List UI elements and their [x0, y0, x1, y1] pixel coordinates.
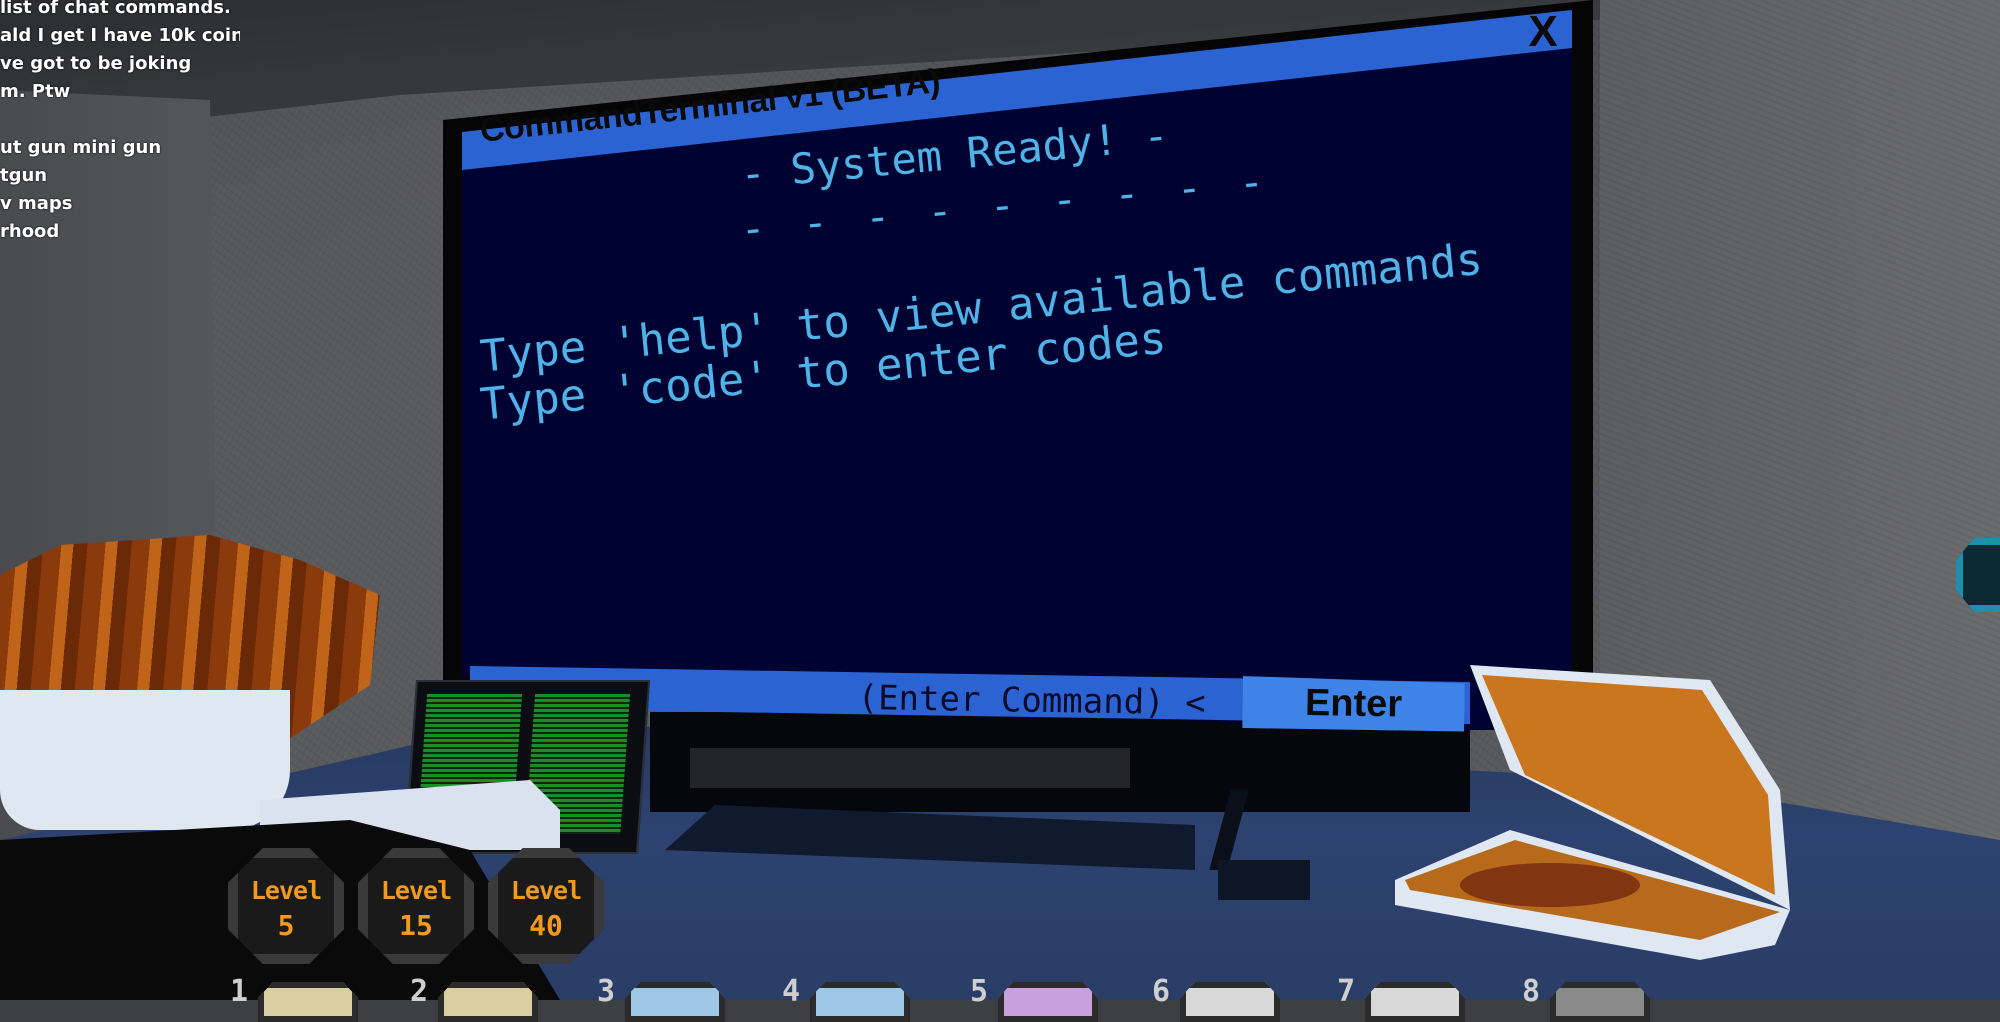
level-value: 40 [529, 909, 563, 942]
slot-number: 4 [782, 974, 801, 1009]
hotbar-slot-2[interactable]: 2 [410, 974, 538, 1022]
slot-item [1365, 982, 1465, 1022]
slot-item [258, 982, 358, 1022]
chat-message: rhood [0, 221, 60, 242]
chat-message: v maps [0, 193, 73, 214]
chat-message: m. Ptw [0, 81, 71, 102]
level-value: 5 [277, 909, 295, 942]
chat-message: ut gun mini gun [0, 137, 162, 158]
slot-number: 1 [230, 974, 249, 1009]
command-input[interactable] [857, 676, 1218, 726]
close-button[interactable]: X [1518, 10, 1568, 54]
level-label: Level [250, 876, 322, 905]
slot-number: 8 [1522, 974, 1541, 1009]
hotbar-slot-4[interactable]: 4 [782, 974, 910, 1022]
hotbar-slot-5[interactable]: 5 [970, 974, 1098, 1022]
hotbar-slot-1[interactable]: 1 [230, 974, 358, 1022]
slot-item [998, 982, 1098, 1022]
slot-number: 3 [597, 974, 616, 1009]
chat-message [0, 106, 240, 134]
hotbar-slot-7[interactable]: 7 [1337, 974, 1465, 1022]
slot-item [625, 982, 725, 1022]
level-badge-15[interactable]: Level 15 [358, 848, 474, 964]
level-badge-40[interactable]: Level 40 [488, 848, 604, 964]
chat-log: list of chat commands. ald I get I have … [0, 0, 240, 246]
level-value: 15 [399, 909, 433, 942]
level-label: Level [380, 876, 452, 905]
hotbar-slot-6[interactable]: 6 [1152, 974, 1280, 1022]
slot-number: 7 [1337, 974, 1356, 1009]
level-label: Level [510, 876, 582, 905]
slot-number: 2 [410, 974, 429, 1009]
hotbar-slot-8[interactable]: 8 [1522, 974, 1650, 1022]
pizza-box [1395, 665, 1790, 960]
level-badge-5[interactable]: Level 5 [228, 848, 344, 964]
slot-number: 5 [970, 974, 989, 1009]
slot-item [1180, 982, 1280, 1022]
chat-message: list of chat commands. [0, 0, 231, 18]
avatar-head [0, 690, 290, 830]
shelf-opening [690, 748, 1130, 788]
slot-number: 6 [1152, 974, 1171, 1009]
slot-item [810, 982, 910, 1022]
slot-item [438, 982, 538, 1022]
chat-message: ald I get I have 10k coins [0, 25, 240, 46]
chat-message: ve got to be joking [0, 53, 192, 74]
slot-item [1550, 982, 1650, 1022]
chat-message: tgun [0, 165, 48, 186]
hotbar-slot-3[interactable]: 3 [597, 974, 725, 1022]
mouse [1218, 860, 1310, 900]
pizza-stain [1460, 863, 1640, 907]
